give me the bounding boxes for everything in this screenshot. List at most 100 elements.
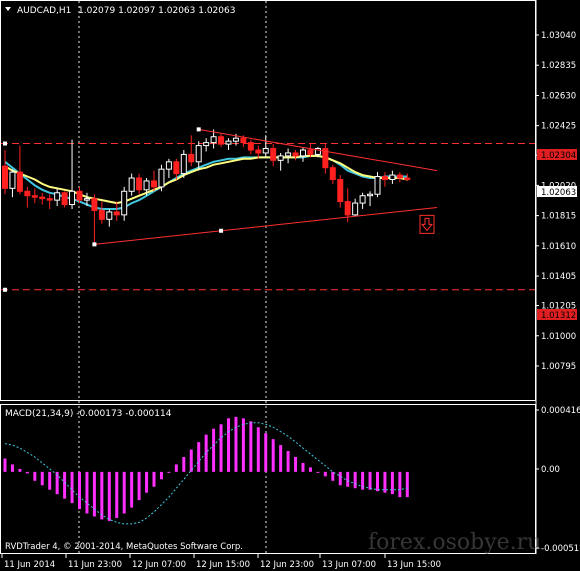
candle — [39, 192, 46, 205]
candle — [106, 208, 113, 227]
price-axis-label: 1.02630 — [541, 91, 576, 101]
macd-bar — [405, 471, 409, 498]
time-axis-label: 13 Jun 15:00 — [387, 560, 441, 570]
macd-bar — [353, 471, 357, 489]
price-axis-label: 1.01815 — [541, 212, 576, 222]
macd-bar — [331, 471, 335, 481]
macd-bar — [212, 428, 216, 472]
candle — [359, 192, 366, 209]
candle — [98, 201, 105, 224]
macd-bar — [3, 458, 7, 472]
candle — [113, 201, 120, 221]
trendline-anchor[interactable] — [196, 127, 201, 132]
time-axis-label: 11 Jun 2014 — [4, 560, 55, 570]
macd-bar — [346, 471, 350, 487]
arrow-down-icon[interactable] — [419, 214, 435, 234]
price-axis-label: 1.01405 — [541, 272, 576, 282]
candle — [396, 172, 403, 183]
candle — [91, 194, 98, 245]
macd-bar — [100, 471, 104, 520]
time-grid — [78, 1, 267, 554]
macd-histogram — [3, 416, 409, 521]
macd-bar — [115, 471, 119, 518]
macd-bar — [227, 418, 230, 472]
triangle-down-icon[interactable] — [5, 7, 11, 11]
trendline-anchor[interactable] — [92, 242, 97, 247]
candles — [2, 129, 411, 245]
level-anchor[interactable] — [3, 141, 7, 146]
support-level-label: 1.01312 — [541, 311, 576, 321]
current-price-label: 1.02063 — [541, 188, 576, 198]
candle — [69, 139, 76, 209]
macd-bar — [107, 471, 111, 521]
macd-bar — [264, 433, 268, 472]
candle — [203, 138, 210, 152]
macd-bar — [197, 442, 201, 472]
candle — [374, 172, 381, 198]
candle — [322, 144, 329, 174]
macd-bar — [316, 471, 320, 473]
candle — [218, 133, 225, 148]
trendline[interactable] — [198, 128, 438, 172]
macd-axis-top: 0.000416 — [541, 406, 580, 416]
macd-label: MACD(21,34,9) -0.000173 -0.000114 — [5, 409, 172, 419]
macd-bar — [167, 471, 171, 473]
price-axis-label: 1.01610 — [541, 242, 576, 252]
macd-bar — [174, 464, 178, 472]
time-axis-label: 12 Jun 23:00 — [260, 560, 314, 570]
copyright-text: RVDTrader 4, © 2001-2014, MetaQuotes Sof… — [5, 542, 243, 552]
candle — [165, 158, 172, 179]
candle — [381, 172, 388, 187]
candle — [121, 186, 128, 221]
trendline[interactable] — [94, 207, 438, 245]
macd-bar — [286, 451, 290, 472]
chart-canvas[interactable]: forex.osobye.ru AUDCAD,H1 1.02079 1.0209… — [0, 0, 580, 571]
candle — [24, 186, 31, 208]
chart-window[interactable]: forex.osobye.ru AUDCAD,H1 1.02079 1.0209… — [0, 0, 580, 571]
candle — [352, 198, 359, 217]
price-axis-label: 1.01000 — [541, 332, 576, 342]
macd-bar — [390, 471, 394, 495]
level-anchor[interactable] — [3, 287, 7, 292]
macd-bar — [40, 471, 44, 486]
candle — [277, 152, 284, 171]
price-axis-label: 1.02425 — [541, 122, 576, 132]
macd-bar — [249, 421, 253, 472]
horizontal-levels[interactable] — [1, 141, 535, 292]
candle — [180, 150, 187, 179]
macd-axis: 0.000416 0.00 -0.000512 — [536, 406, 580, 554]
macd-bar — [301, 462, 305, 472]
candle — [54, 188, 61, 207]
candle — [9, 169, 16, 198]
macd-bar — [33, 471, 37, 481]
price-axis-label: 1.03040 — [541, 31, 576, 41]
candle — [128, 173, 135, 196]
macd-bar — [78, 471, 81, 510]
resistance-level-label: 1.02304 — [541, 151, 576, 161]
macd-bar — [18, 468, 22, 472]
candle — [46, 194, 53, 209]
trendline-anchor[interactable] — [219, 228, 224, 233]
macd-bar — [219, 424, 223, 472]
candle — [262, 135, 269, 158]
macd-bar — [256, 427, 260, 472]
time-axis-label: 12 Jun 07:00 — [132, 560, 186, 570]
candle — [292, 150, 299, 161]
macd-bar — [271, 439, 275, 472]
macd-bar — [234, 416, 238, 472]
candle — [188, 135, 195, 167]
time-axis-label: 12 Jun 15:00 — [196, 560, 250, 570]
macd-bar — [63, 471, 67, 499]
macd-bar — [376, 471, 379, 492]
macd-bar — [145, 471, 149, 493]
symbol-timeframe: AUDCAD,H1 — [17, 6, 71, 16]
macd-bar — [308, 467, 312, 472]
candle — [2, 150, 8, 195]
candle — [31, 188, 38, 204]
time-axis-label: 11 Jun 23:00 — [68, 560, 122, 570]
macd-bar — [279, 445, 283, 472]
macd-bar — [48, 471, 52, 490]
macd-bar — [241, 418, 245, 472]
macd-bar — [398, 471, 402, 498]
macd-bar — [25, 471, 29, 474]
